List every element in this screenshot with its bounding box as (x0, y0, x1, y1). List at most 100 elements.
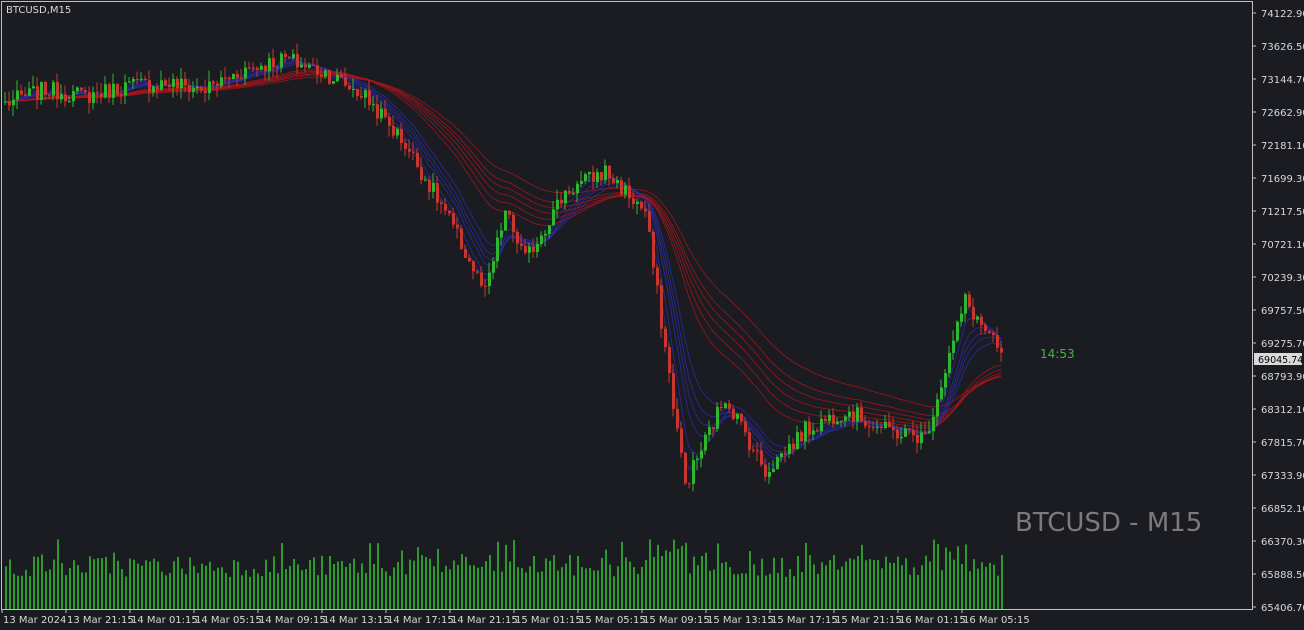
volume-bar (301, 570, 303, 609)
candle-body (928, 431, 931, 433)
candle-body (156, 86, 159, 90)
volume-bar (201, 563, 203, 609)
candle-body (248, 67, 251, 69)
candle-body (752, 449, 755, 451)
volume-bar (353, 558, 355, 609)
volume-bar (389, 575, 391, 609)
candle-body (480, 272, 483, 286)
candle-body (300, 64, 303, 68)
x-tick-label: 15 Mar 17:15 (771, 615, 838, 626)
candle-body (988, 330, 991, 333)
candle-body (360, 95, 363, 98)
volume-bar (13, 573, 15, 609)
volume-bar (657, 544, 659, 609)
candle-body (664, 328, 667, 347)
volume-bar (101, 558, 103, 609)
candle-body (316, 65, 319, 75)
volume-bar (769, 573, 771, 609)
x-tick-label: 14 Mar 13:15 (323, 615, 390, 626)
y-tick-label: 69757.50 (1261, 306, 1304, 317)
candle-body (828, 414, 831, 422)
candle-body (340, 74, 343, 78)
volume-bar (385, 571, 387, 609)
volume-bar (953, 559, 955, 609)
candle-body (216, 83, 219, 86)
candle-body (524, 246, 527, 253)
volume-bar (37, 557, 39, 609)
volume-bar (245, 570, 247, 609)
candle-body (972, 306, 975, 320)
volume-bar (717, 543, 719, 609)
volume-bar (937, 544, 939, 609)
candle-body (76, 87, 79, 92)
candle-body (916, 435, 919, 444)
y-tick-label: 70239.30 (1261, 273, 1304, 284)
candle-body (484, 285, 487, 287)
candle-body (912, 429, 915, 436)
volume-bar (893, 563, 895, 609)
volume-bar (305, 569, 307, 609)
candle-body (264, 65, 267, 72)
candle-body (456, 224, 459, 229)
candle-body (40, 82, 43, 100)
volume-bar (729, 567, 731, 609)
candle-body (924, 432, 927, 434)
candle-body (748, 432, 751, 450)
y-tick-label: 67815.70 (1261, 438, 1304, 449)
candle-body (528, 246, 531, 253)
candle-body (904, 428, 907, 437)
volume-bar (17, 575, 19, 609)
volume-bar (929, 561, 931, 609)
current-price-tag: 69045.74 (1254, 353, 1303, 366)
volume-bar (541, 571, 543, 609)
candle-body (476, 271, 479, 273)
y-tick-label: 72662.90 (1261, 108, 1304, 119)
volume-bar (465, 557, 467, 609)
candle-body (584, 174, 587, 182)
volume-bar (369, 543, 371, 609)
volume-bar (21, 575, 23, 609)
volume-bar (421, 555, 423, 609)
volume-bar (881, 568, 883, 609)
candle-body (544, 233, 547, 236)
volume-bar (417, 547, 419, 609)
candle-body (504, 210, 507, 231)
candle-body (536, 243, 539, 252)
candle-body (876, 426, 879, 428)
volume-bar (189, 557, 191, 609)
candle-body (236, 73, 239, 78)
volume-bar (905, 558, 907, 609)
candle-body (196, 86, 199, 89)
y-tick-label: 71699.30 (1261, 174, 1304, 185)
volume-bar (273, 556, 275, 609)
volume-bar (321, 555, 323, 609)
candle-body (128, 81, 131, 83)
candle-body (100, 93, 103, 98)
candle-body (952, 340, 955, 353)
volume-bar (149, 561, 151, 609)
candle-body (104, 84, 107, 98)
volume-bar (797, 556, 799, 609)
y-tick-label: 72181.10 (1261, 141, 1304, 152)
volume-bar (525, 572, 527, 609)
volume-bar (973, 559, 975, 609)
candle-body (352, 89, 355, 91)
current-price-label: 69045.74 (1258, 355, 1303, 366)
volume-bar (653, 556, 655, 609)
candle-body (764, 464, 767, 477)
candle-body (68, 101, 71, 103)
candle-body (412, 151, 415, 153)
candle-body (72, 91, 75, 102)
volume-bar (849, 558, 851, 609)
volume-bar (917, 574, 919, 609)
volume-bar (997, 575, 999, 609)
volume-bar (773, 557, 775, 609)
volume-bar (9, 559, 11, 609)
volume-bar (325, 574, 327, 609)
candle-body (52, 82, 55, 96)
volume-bar (377, 543, 379, 609)
candle-body (668, 346, 671, 374)
candle-body (212, 81, 215, 84)
volume-bar (517, 567, 519, 609)
volume-bar (209, 561, 211, 609)
